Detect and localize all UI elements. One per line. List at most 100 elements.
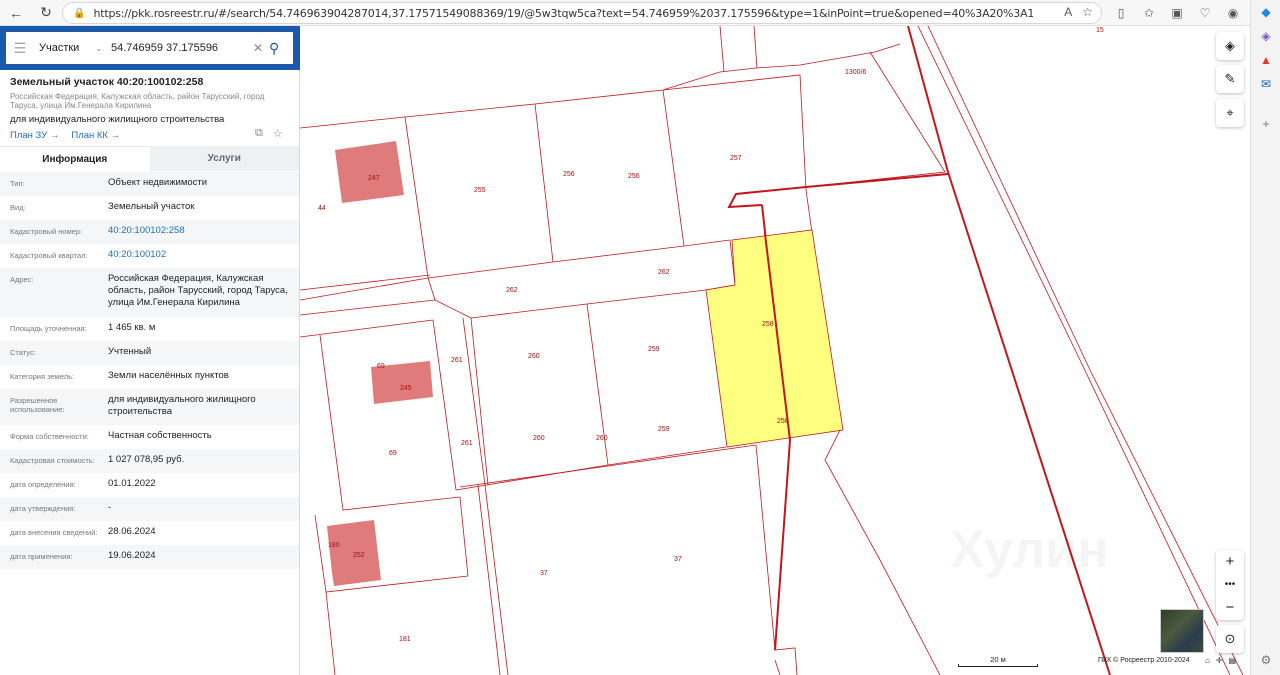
- home-icon[interactable]: ⌂: [1205, 656, 1210, 665]
- info-row: дата утверждения: -: [0, 497, 299, 521]
- outlook-icon[interactable]: ✉: [1251, 72, 1280, 96]
- info-value: Частная собственность: [108, 430, 212, 441]
- info-key: Кадастровый номер:: [10, 227, 83, 236]
- shopping-icon[interactable]: ◈: [1251, 24, 1280, 48]
- settings-icon[interactable]: ⚙: [1251, 648, 1280, 672]
- plot-title: Земельный участок 40:20:100102:258: [10, 76, 204, 88]
- tools-icon[interactable]: ▲: [1251, 48, 1280, 72]
- info-row: Площадь уточненная: 1 465 кв. м: [0, 317, 299, 341]
- search-icon[interactable]: ⚲: [269, 40, 293, 57]
- map-label: 259: [648, 346, 660, 353]
- category-select[interactable]: Участки: [39, 42, 95, 54]
- map-label: 260: [528, 353, 540, 360]
- map-label: 15: [1096, 27, 1104, 34]
- zoom-out-button[interactable]: −: [1216, 596, 1244, 619]
- info-row: Категория земель: Земли населённых пункто…: [0, 365, 299, 389]
- map-label: 37: [540, 570, 548, 577]
- info-value: 1 027 078,95 руб.: [108, 454, 185, 465]
- map-label: 69: [377, 363, 385, 370]
- compass-icon[interactable]: ⊙: [1216, 625, 1244, 653]
- info-value: Учтенный: [108, 346, 152, 357]
- ruler-icon[interactable]: ✎: [1216, 65, 1244, 93]
- zoom-in-button[interactable]: +: [1216, 550, 1244, 573]
- tab-services[interactable]: Услуги: [149, 146, 299, 171]
- address-bar[interactable]: 🔒 https://pkk.rosreestr.ru/#/search/54.7…: [62, 2, 1102, 24]
- map-label: 1300/6: [845, 69, 867, 76]
- info-row: Форма собственности: Частная собственност…: [0, 425, 299, 449]
- map-label: 259: [658, 426, 670, 433]
- clear-icon[interactable]: ✕: [253, 41, 269, 55]
- zoom-more-icon[interactable]: •••: [1216, 573, 1244, 596]
- plan-kk-link[interactable]: План КК →: [71, 130, 120, 141]
- info-value: 1 465 кв. м: [108, 322, 156, 333]
- locate-icon[interactable]: ⌖: [1216, 99, 1244, 127]
- satellite-minimap[interactable]: [1160, 609, 1204, 653]
- info-key: Кадастровый квартал:: [10, 251, 88, 260]
- search-box: ☰ Участки ⌄ 54.746959 37.175596 ✕ ⚲: [6, 32, 293, 64]
- info-value: Земли населённых пунктов: [108, 370, 229, 381]
- layers-icon[interactable]: ◈: [1216, 32, 1244, 60]
- info-key: Кадастровая стоимость:: [10, 456, 95, 465]
- cadastral-quarter-link[interactable]: 40:20:100102: [108, 249, 299, 264]
- scale-bar: [958, 664, 1038, 667]
- info-row: Кадастровый номер: 40:20:100102:258: [0, 220, 299, 244]
- refresh-icon[interactable]: ↻: [34, 1, 58, 25]
- map-label: 37: [674, 556, 682, 563]
- info-key: Адрес:: [10, 275, 34, 284]
- back-icon[interactable]: ←: [4, 1, 28, 25]
- info-row: дата применения: 19.06.2024: [0, 545, 299, 569]
- plot-links: План ЗУ → План КК →: [10, 130, 289, 141]
- cadastral-number-link[interactable]: 40:20:100102:258: [108, 225, 299, 240]
- map-label: 261: [461, 440, 473, 447]
- map-label: 252: [353, 552, 365, 559]
- extensions-icon[interactable]: ♡: [1194, 2, 1216, 24]
- map-label: 69: [389, 450, 397, 457]
- profile-icon[interactable]: ◉: [1222, 2, 1244, 24]
- info-value: 28.06.2024: [108, 526, 156, 537]
- info-key: Категория земель:: [10, 372, 75, 381]
- map-label: 255: [474, 187, 486, 194]
- info-key: Форма собственности:: [10, 432, 89, 441]
- info-value: Земельный участок: [108, 201, 195, 212]
- lock-icon: 🔒: [73, 7, 86, 19]
- print-icon[interactable]: ▤: [1229, 656, 1237, 665]
- favorites-icon[interactable]: ✩: [1138, 2, 1160, 24]
- map-label: 262: [506, 287, 518, 294]
- target-icon[interactable]: ✛: [1216, 656, 1223, 665]
- read-aloud-icon[interactable]: A: [1064, 5, 1072, 19]
- star-icon[interactable]: ☆: [1082, 5, 1093, 19]
- add-icon[interactable]: +: [1251, 112, 1280, 136]
- map-label: 256: [563, 171, 575, 178]
- map-label: 262: [658, 269, 670, 276]
- map-label: 261: [451, 357, 463, 364]
- favorite-icon[interactable]: ☆: [273, 127, 283, 140]
- info-row: дата определения: 01.01.2022: [0, 473, 299, 497]
- info-key: Вид:: [10, 203, 26, 212]
- plot-address: Российская Федерация, Калужская область,…: [10, 92, 265, 110]
- url-text[interactable]: https://pkk.rosreestr.ru/#/search/54.746…: [93, 7, 1033, 20]
- collections-icon[interactable]: ▣: [1166, 2, 1188, 24]
- copilot-icon[interactable]: ◆: [1251, 0, 1280, 24]
- info-key: дата применения:: [10, 552, 73, 561]
- info-row: Кадастровая стоимость: 1 027 078,95 руб.: [0, 449, 299, 473]
- map-footer-icons: ⌂ ✛ ▤: [1205, 656, 1236, 665]
- chevron-down-icon[interactable]: ⌄: [95, 43, 109, 54]
- tab-info[interactable]: Информация: [0, 146, 150, 171]
- info-value: Объект недвижимости: [108, 177, 208, 188]
- info-value: 01.01.2022: [108, 478, 156, 489]
- menu-icon[interactable]: ☰: [6, 40, 34, 57]
- map-label: 180: [328, 542, 340, 549]
- browser-actions: ▯ ✩ ▣ ♡ ◉ …: [1110, 2, 1272, 24]
- map-label: 260: [596, 435, 608, 442]
- map-label: 256: [628, 173, 640, 180]
- info-row: дата внесения сведений: 28.06.2024: [0, 521, 299, 545]
- plan-zu-link[interactable]: План ЗУ →: [10, 130, 59, 141]
- map-watermark: Хулин: [950, 520, 1109, 580]
- zoom-control: + ••• −: [1216, 550, 1244, 620]
- info-key: Статус:: [10, 348, 36, 357]
- map-label: 245: [400, 385, 412, 392]
- copy-icon[interactable]: ⧉: [255, 127, 263, 140]
- split-icon[interactable]: ▯: [1110, 2, 1132, 24]
- search-input[interactable]: 54.746959 37.175596: [111, 42, 253, 54]
- info-value: Российская Федерация, Калужская область,…: [108, 273, 288, 308]
